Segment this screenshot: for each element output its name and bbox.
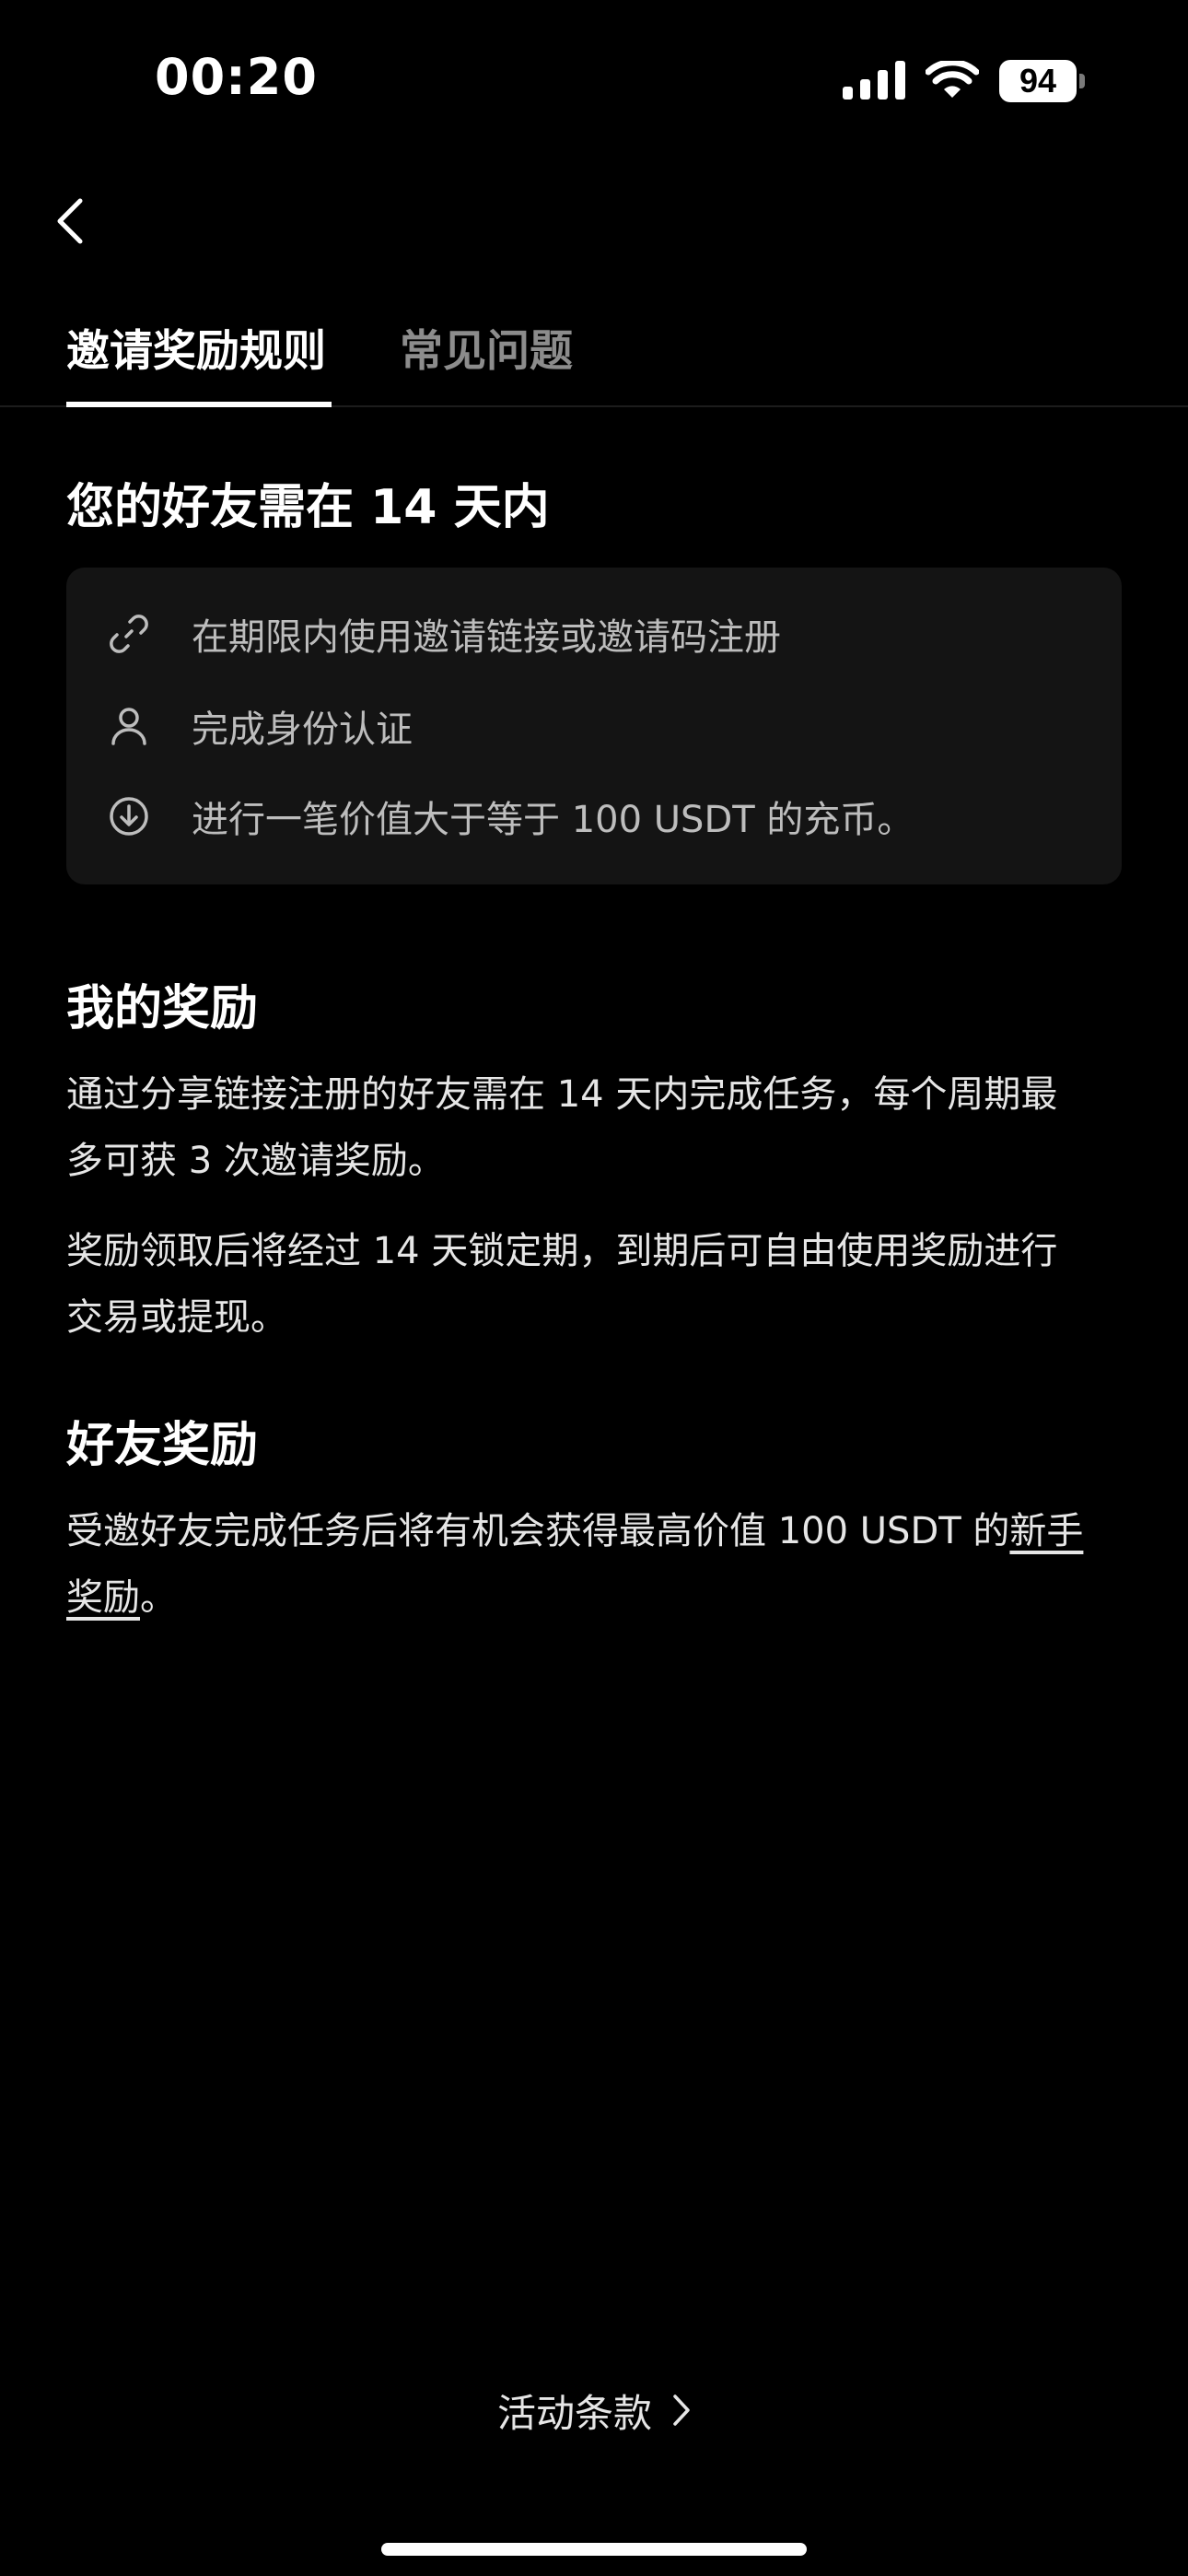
status-time: 00:20 xyxy=(155,48,318,106)
user-icon xyxy=(107,704,151,748)
back-button[interactable] xyxy=(44,184,96,258)
newbie-reward-link-continued[interactable]: 奖励 xyxy=(66,1576,140,1619)
paragraph-line: 奖励。 xyxy=(66,1564,1125,1631)
signal-icon xyxy=(843,61,905,100)
status-bar: 00:20 94 xyxy=(0,0,1188,157)
requirement-text: 在期限内使用邀请链接或邀请码注册 xyxy=(192,616,781,659)
requirement-item-register: 在期限内使用邀请链接或邀请码注册 xyxy=(107,606,781,662)
battery-tip xyxy=(1079,74,1085,88)
wifi-icon xyxy=(926,61,979,98)
paragraph-line: 交易或提现。 xyxy=(66,1296,287,1339)
friend-reward-paragraph: 受邀好友完成任务后将有机会获得最高价值 100 USDT 的新手 奖励。 xyxy=(66,1498,1125,1631)
battery-level: 94 xyxy=(999,60,1077,102)
tab-bar: 邀请奖励规则 常见问题 xyxy=(0,304,1188,407)
chevron-left-icon xyxy=(57,198,83,244)
my-reward-heading: 我的奖励 xyxy=(66,981,259,1036)
friend-reward-text: 受邀好友完成任务后将有机会获得最高价值 100 USDT 的 xyxy=(66,1510,1010,1552)
link-icon xyxy=(107,612,151,656)
activity-terms-label: 活动条款 xyxy=(496,2390,652,2436)
friend-reward-text-end: 。 xyxy=(140,1576,177,1619)
my-reward-paragraph-2: 奖励领取后将经过 14 天锁定期，到期后可自由使用奖励进行 交易或提现。 xyxy=(66,1218,1125,1351)
battery-icon: 94 xyxy=(999,60,1085,102)
paragraph-line: 奖励领取后将经过 14 天锁定期，到期后可自由使用奖励进行 xyxy=(66,1230,1058,1272)
chevron-right-icon xyxy=(672,2394,691,2427)
tab-faq[interactable]: 常见问题 xyxy=(400,315,573,379)
tab-invite-rules[interactable]: 邀请奖励规则 xyxy=(66,315,326,379)
paragraph-line: 多可获 3 次邀请奖励。 xyxy=(66,1140,445,1182)
paragraph-line: 通过分享链接注册的好友需在 14 天内完成任务，每个周期最 xyxy=(66,1073,1058,1116)
requirements-card: 在期限内使用邀请链接或邀请码注册 完成身份认证 进行一笔价值大于等于 100 U… xyxy=(66,568,1122,884)
my-reward-paragraph-1: 通过分享链接注册的好友需在 14 天内完成任务，每个周期最 多可获 3 次邀请奖… xyxy=(66,1061,1125,1194)
friend-requirements-heading: 您的好友需在 14 天内 xyxy=(66,480,550,535)
deposit-icon xyxy=(107,794,151,838)
home-indicator[interactable] xyxy=(381,2543,807,2556)
paragraph-line: 受邀好友完成任务后将有机会获得最高价值 100 USDT 的新手 xyxy=(66,1498,1125,1564)
requirement-text: 进行一笔价值大于等于 100 USDT 的充币。 xyxy=(192,799,914,841)
active-tab-indicator xyxy=(66,402,332,407)
requirement-item-deposit: 进行一笔价值大于等于 100 USDT 的充币。 xyxy=(107,789,914,844)
requirement-item-verify: 完成身份认证 xyxy=(107,698,413,754)
newbie-reward-link[interactable]: 新手 xyxy=(1009,1510,1083,1552)
status-icons: 94 xyxy=(843,55,1085,107)
friend-reward-heading: 好友奖励 xyxy=(66,1418,259,1473)
requirement-text: 完成身份认证 xyxy=(192,708,413,751)
activity-terms-link[interactable]: 活动条款 xyxy=(0,2381,1188,2440)
